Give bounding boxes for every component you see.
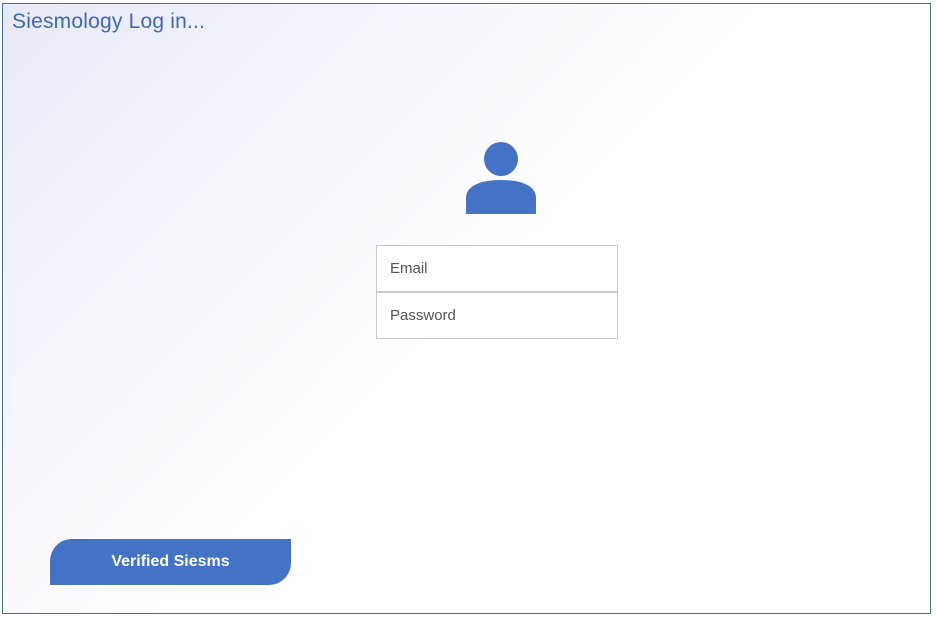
page-title: Siesmology Log in... <box>12 10 206 33</box>
email-field[interactable] <box>376 245 618 292</box>
user-icon <box>466 142 536 214</box>
verified-siesms-button[interactable]: Verified Siesms <box>50 539 291 585</box>
login-window: Siesmology Log in... Verified Siesms <box>2 3 931 614</box>
password-field[interactable] <box>376 292 618 339</box>
